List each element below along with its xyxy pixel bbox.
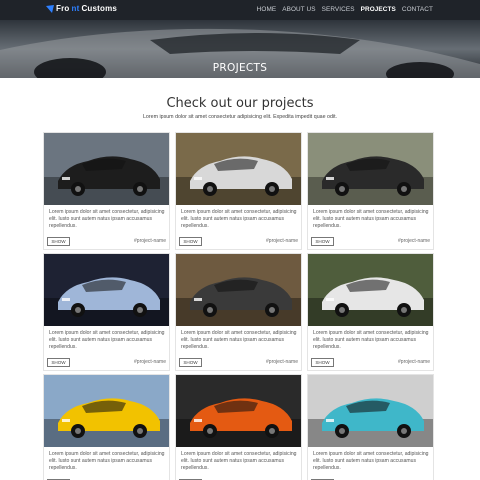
nav-contact[interactable]: CONTACT bbox=[402, 6, 433, 13]
show-project-button[interactable]: SHOW bbox=[311, 237, 334, 246]
project-description: Lorem ipsum dolor sit amet consectetur, … bbox=[181, 209, 297, 229]
project-tag: #project-name bbox=[134, 359, 166, 365]
project-car-image[interactable] bbox=[308, 375, 434, 447]
project-description: Lorem ipsum dolor sit amet consectetur, … bbox=[49, 451, 165, 471]
project-tag: #project-name bbox=[398, 238, 430, 244]
nav-about-us[interactable]: ABOUT US bbox=[282, 6, 315, 13]
project-description: Lorem ipsum dolor sit amet consectetur, … bbox=[181, 451, 297, 471]
brand-name-part1: Fro bbox=[56, 4, 70, 13]
brand-name-accent: nt bbox=[71, 4, 80, 13]
project-card: Lorem ipsum dolor sit amet consectetur, … bbox=[43, 253, 170, 371]
project-card: Lorem ipsum dolor sit amet consectetur, … bbox=[43, 132, 170, 250]
project-description: Lorem ipsum dolor sit amet consectetur, … bbox=[181, 330, 297, 350]
project-card: Lorem ipsum dolor sit amet consectetur, … bbox=[175, 253, 302, 371]
project-car-image[interactable] bbox=[176, 133, 302, 205]
project-car-image[interactable] bbox=[308, 133, 434, 205]
project-tag: #project-name bbox=[266, 359, 298, 365]
project-description: Lorem ipsum dolor sit amet consectetur, … bbox=[313, 209, 429, 229]
section-title: Check out our projects bbox=[166, 96, 314, 111]
nav-services[interactable]: SERVICES bbox=[322, 6, 355, 13]
project-card: Lorem ipsum dolor sit amet consectetur, … bbox=[175, 132, 302, 250]
hero-banner: PROJECTS bbox=[0, 20, 480, 78]
project-car-image[interactable] bbox=[44, 375, 170, 447]
show-project-button[interactable]: SHOW bbox=[47, 237, 70, 246]
project-car-image[interactable] bbox=[176, 375, 302, 447]
project-description: Lorem ipsum dolor sit amet consectetur, … bbox=[49, 209, 165, 229]
project-tag: #project-name bbox=[134, 238, 166, 244]
project-card: Lorem ipsum dolor sit amet consectetur, … bbox=[307, 374, 434, 480]
section-subtitle: Lorem ipsum dolor sit amet consectetur a… bbox=[142, 114, 338, 120]
project-car-image[interactable] bbox=[44, 133, 170, 205]
project-car-image[interactable] bbox=[176, 254, 302, 326]
project-description: Lorem ipsum dolor sit amet consectetur, … bbox=[313, 451, 429, 471]
brand-logo-icon bbox=[46, 4, 54, 13]
project-tag: #project-name bbox=[398, 359, 430, 365]
top-navbar: Fro nt Customs HOME ABOUT US SERVICES PRO… bbox=[0, 0, 480, 20]
main-nav: HOME ABOUT US SERVICES PROJECTS CONTACT bbox=[251, 6, 433, 13]
project-car-image[interactable] bbox=[308, 254, 434, 326]
project-card: Lorem ipsum dolor sit amet consectetur, … bbox=[307, 253, 434, 371]
project-car-image[interactable] bbox=[44, 254, 170, 326]
brand-logo[interactable]: Fro nt Customs bbox=[46, 4, 117, 13]
show-project-button[interactable]: SHOW bbox=[179, 237, 202, 246]
page-title: PROJECTS bbox=[212, 62, 268, 74]
project-description: Lorem ipsum dolor sit amet consectetur, … bbox=[313, 330, 429, 350]
nav-projects[interactable]: PROJECTS bbox=[361, 6, 396, 13]
show-project-button[interactable]: SHOW bbox=[179, 358, 202, 367]
project-card: Lorem ipsum dolor sit amet consectetur, … bbox=[175, 374, 302, 480]
show-project-button[interactable]: SHOW bbox=[47, 358, 70, 367]
project-description: Lorem ipsum dolor sit amet consectetur, … bbox=[49, 330, 165, 350]
show-project-button[interactable]: SHOW bbox=[311, 358, 334, 367]
project-tag: #project-name bbox=[266, 238, 298, 244]
nav-home[interactable]: HOME bbox=[257, 6, 277, 13]
brand-name-part2: Customs bbox=[81, 4, 118, 13]
project-card: Lorem ipsum dolor sit amet consectetur, … bbox=[307, 132, 434, 250]
project-card: Lorem ipsum dolor sit amet consectetur, … bbox=[43, 374, 170, 480]
